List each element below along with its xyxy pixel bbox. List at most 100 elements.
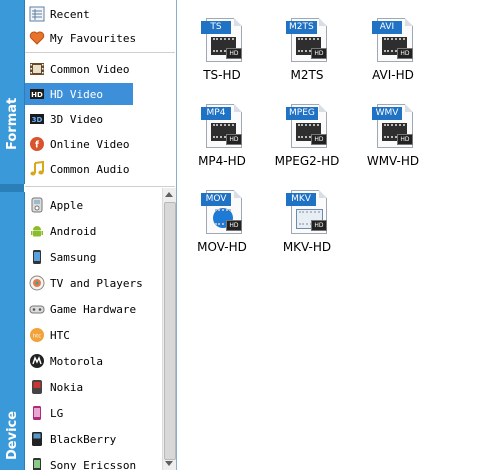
ipod-icon	[29, 197, 45, 213]
nokia-icon	[29, 379, 45, 395]
hd-badge: HD	[311, 134, 327, 145]
sidebar-item-3d-video[interactable]: 3D 3D Video	[25, 108, 175, 130]
device-list: Apple Android Samsung TV and Players Gam…	[25, 188, 162, 470]
sidebar-item-lg[interactable]: LG	[25, 402, 162, 424]
sidebar-item-label: HTC	[50, 328, 70, 342]
tab-format-label: Format	[5, 97, 20, 150]
pane-divider	[176, 0, 177, 470]
tab-separator	[0, 184, 24, 192]
tab-format[interactable]: Format	[0, 0, 25, 184]
svg-text:HD: HD	[31, 91, 43, 99]
sidebar-item-label: BlackBerry	[50, 432, 117, 446]
sidebar-item-favourites[interactable]: My Favourites	[25, 27, 175, 49]
sidebar-item-android[interactable]: Android	[25, 220, 162, 242]
sidebar-item-label: 3D Video	[50, 112, 103, 126]
sidebar-item-label: Recent	[50, 7, 90, 21]
gamepad-icon	[29, 301, 45, 317]
format-tag: WMV	[372, 107, 402, 120]
hd-badge: HD	[397, 134, 413, 145]
sidebar-item-hd-video[interactable]: HD HD Video	[25, 83, 133, 105]
format-tag: M2TS	[286, 21, 317, 34]
sidebar-item-common-audio[interactable]: Common Audio	[25, 158, 175, 180]
format-name: TS-HD	[203, 68, 241, 82]
recent-list: Recent My Favourites	[25, 0, 175, 53]
format-tag: AVI	[372, 21, 402, 34]
format-tag: MKV	[286, 193, 316, 206]
sidebar-item-samsung[interactable]: Samsung	[25, 246, 162, 268]
htc-icon: htc	[29, 327, 45, 343]
svg-text:f: f	[35, 141, 39, 151]
sidebar-item-label: LG	[50, 406, 64, 420]
tab-device-label: Device	[5, 410, 20, 460]
sidebar-item-common-video[interactable]: Common Video	[25, 58, 175, 80]
format-mp4-hd[interactable]: MP4 HD MP4-HD	[180, 104, 264, 174]
sidebar-item-label: Apple	[50, 198, 84, 212]
sony-ericsson-icon	[29, 457, 45, 470]
sidebar-item-label: Online Video	[50, 137, 130, 151]
format-tag: TS	[201, 21, 231, 34]
format-name: MP4-HD	[198, 154, 246, 168]
film-icon	[29, 61, 45, 77]
format-name: MOV-HD	[197, 240, 247, 254]
sidebar-item-motorola[interactable]: Motorola	[25, 350, 162, 372]
format-name: MPEG2-HD	[274, 154, 340, 168]
hd-badge: HD	[397, 48, 413, 59]
format-mpeg2-hd[interactable]: MPEG HD MPEG2-HD	[265, 104, 349, 174]
heart-icon	[29, 30, 45, 46]
format-wmv-hd[interactable]: WMV HD WMV-HD	[351, 104, 435, 174]
sidebar-item-game-hardware[interactable]: Game Hardware	[25, 298, 162, 320]
3d-icon: 3D	[29, 111, 45, 127]
format-m2ts[interactable]: M2TS HD M2TS	[265, 18, 349, 88]
sidebar-item-label: Common Video	[50, 62, 130, 76]
sidebar-item-label: Common Audio	[50, 162, 130, 176]
hd-badge: HD	[311, 220, 327, 231]
format-name: WMV-HD	[366, 154, 420, 168]
svg-text:3D: 3D	[32, 116, 43, 124]
format-tag: MPEG	[286, 107, 318, 120]
format-ts-hd[interactable]: TS HD TS-HD	[180, 18, 264, 88]
music-note-icon	[29, 160, 45, 177]
sidebar-item-blackberry[interactable]: BlackBerry	[25, 428, 162, 450]
sidebar-item-sony-ericsson[interactable]: Sony Ericsson	[25, 454, 162, 470]
tv-icon	[29, 275, 45, 291]
format-name: MKV-HD	[282, 240, 332, 254]
hd-badge: HD	[226, 48, 242, 59]
sidebar-item-apple[interactable]: Apple	[25, 194, 162, 216]
device-list-scrollbar[interactable]	[162, 188, 176, 470]
hd-icon: HD	[29, 86, 45, 102]
sidebar-item-tv-and-players[interactable]: TV and Players	[25, 272, 162, 294]
samsung-phone-icon	[29, 249, 45, 265]
online-video-icon: f	[29, 136, 45, 152]
hd-badge: HD	[226, 134, 242, 145]
sidebar-item-nokia[interactable]: Nokia	[25, 376, 162, 398]
blackberry-icon	[29, 431, 45, 447]
scroll-down-arrow[interactable]	[165, 461, 173, 466]
motorola-icon	[29, 353, 45, 369]
format-mkv-hd[interactable]: MKV HD MKV-HD	[265, 190, 349, 260]
svg-text:htc: htc	[33, 334, 42, 340]
tab-device[interactable]: Device	[0, 192, 25, 470]
lg-phone-icon	[29, 405, 45, 421]
sidebar-item-label: Motorola	[50, 354, 103, 368]
android-icon	[29, 223, 45, 239]
format-tag: MOV	[201, 193, 231, 206]
sidebar-item-label: Nokia	[50, 380, 84, 394]
sidebar-item-recent[interactable]: Recent	[25, 3, 175, 25]
sidebar-item-label: TV and Players	[50, 276, 143, 290]
sidebar-item-online-video[interactable]: f Online Video	[25, 133, 175, 155]
format-tag: MP4	[201, 107, 231, 120]
format-name: AVI-HD	[372, 68, 414, 82]
recent-icon	[29, 6, 45, 22]
sidebar-item-label: My Favourites	[50, 31, 137, 45]
sidebar-item-label: Sony Ericsson	[50, 458, 137, 470]
sidebar-item-label: Samsung	[50, 250, 97, 264]
hd-badge: HD	[311, 48, 327, 59]
hd-badge: HD	[226, 220, 242, 231]
format-avi-hd[interactable]: AVI HD AVI-HD	[351, 18, 435, 88]
format-category-list: Common Video HD HD Video 3D 3D Video f O…	[25, 55, 175, 187]
sidebar-item-htc[interactable]: htc HTC	[25, 324, 162, 346]
scroll-thumb[interactable]	[164, 202, 176, 460]
scroll-up-arrow[interactable]	[165, 192, 173, 197]
format-mov-hd[interactable]: MOV HD MOV-HD	[180, 190, 264, 260]
sidebar-item-label: Game Hardware	[50, 302, 137, 316]
